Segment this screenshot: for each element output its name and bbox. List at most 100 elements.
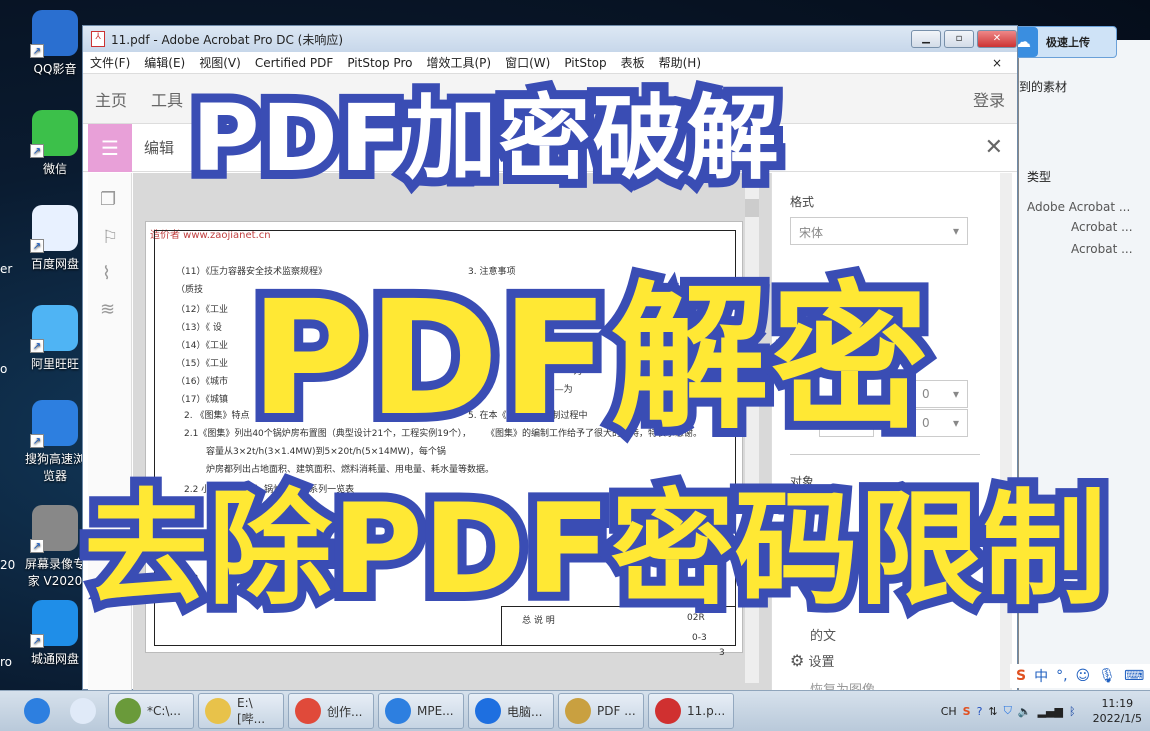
- desktop-icon-label-partial[interactable]: ro: [0, 655, 12, 669]
- desktop-icon-label: 城通网盘: [30, 652, 79, 666]
- desktop-icon-label: 百度网盘: [30, 257, 79, 271]
- settings-item[interactable]: ⚙ 设置: [790, 651, 835, 670]
- col-type[interactable]: 类型: [1027, 168, 1051, 185]
- system-tray: CH S ? ⇅ ⛉ 🔈 ▂▄▆ ᛒ 11:19 2022/1/5: [938, 696, 1150, 726]
- emoji-icon[interactable]: ☺: [1076, 668, 1091, 684]
- punctuation-icon[interactable]: °,: [1056, 668, 1067, 684]
- taskbar-item[interactable]: PDF ...: [558, 693, 644, 729]
- file-row[interactable]: Adobe Acrobat ...: [1027, 200, 1130, 214]
- page-text-line: （12）《工业: [176, 305, 228, 315]
- app-icon: ↗: [30, 10, 78, 58]
- taskbar-item[interactable]: MPE...: [378, 693, 464, 729]
- minimize-button[interactable]: ▁: [911, 30, 941, 48]
- edit-tool-icon[interactable]: ☰: [88, 123, 132, 172]
- bookmark-icon[interactable]: ⚐: [102, 227, 118, 248]
- desktop-icon[interactable]: ↗ 城通网盘: [22, 600, 88, 667]
- taskbar-item[interactable]: E:\[哔...: [198, 693, 284, 729]
- file-row[interactable]: Acrobat ...: [1071, 242, 1133, 256]
- ime-mode[interactable]: 中: [1034, 666, 1048, 686]
- taskbar-item-label: 电脑...: [507, 704, 543, 719]
- taskbar-item-label: MPE...: [417, 704, 454, 718]
- page-number: 3: [719, 648, 725, 658]
- close-document-icon[interactable]: ×: [985, 56, 1009, 70]
- network-icon[interactable]: ⇅: [988, 705, 997, 718]
- app-icon: ↗: [30, 400, 78, 448]
- pdf-icon: ⅄: [91, 31, 105, 47]
- sogou-ime-icon: S: [1016, 668, 1027, 684]
- taskbar-item[interactable]: [16, 693, 58, 729]
- desktop-icon-label: 阿里旺旺: [30, 357, 79, 371]
- shortcut-arrow-icon: ↗: [30, 44, 44, 58]
- desktop-icon-label: 微信: [42, 162, 67, 176]
- app-icon: ↗: [30, 600, 78, 648]
- signal-icon[interactable]: ▂▄▆: [1038, 705, 1063, 718]
- page-text-line: （质技: [176, 285, 204, 295]
- app-icon: ↗: [30, 305, 78, 353]
- gear-icon: ⚙: [790, 651, 805, 670]
- bluetooth-icon[interactable]: ᛒ: [1069, 705, 1076, 718]
- page-text-line: （13）《 设: [176, 323, 222, 333]
- desktop-icon[interactable]: ↗ QQ影音: [22, 10, 88, 77]
- desktop-icon-label-partial[interactable]: 20: [0, 558, 15, 572]
- language-indicator[interactable]: CH: [941, 705, 957, 718]
- desktop-icon-label-partial[interactable]: er: [0, 262, 12, 276]
- menu-item[interactable]: 文件(F): [83, 54, 137, 71]
- keyboard-icon[interactable]: ⌨: [1124, 668, 1144, 684]
- mic-icon[interactable]: 🎙: [1098, 668, 1116, 684]
- desktop-icon[interactable]: ↗ 微信: [22, 110, 88, 177]
- desktop-icon[interactable]: ↗ 屏幕录像专家 V2020: [22, 505, 88, 589]
- ime-bar[interactable]: S 中 °, ☺ 🎙 ⌨: [1010, 664, 1150, 688]
- page-text-line: （15）《工业: [176, 359, 228, 369]
- title-bar[interactable]: ⅄ 11.pdf - Adobe Acrobat Pro DC (未响应) ▁ …: [83, 26, 1017, 52]
- taskbar-app-icon: [205, 698, 231, 724]
- upload-widget[interactable]: ☁ 极速上传: [1007, 26, 1117, 58]
- taskbar-item[interactable]: 11.p...: [648, 693, 734, 729]
- sogou-icon[interactable]: S: [963, 705, 971, 718]
- desktop-icon[interactable]: ↗ 阿里旺旺: [22, 305, 88, 372]
- help-icon[interactable]: ?: [977, 705, 983, 718]
- desktop-icon[interactable]: ↗ 百度网盘: [22, 205, 88, 272]
- close-edit-icon[interactable]: ✕: [985, 135, 1003, 160]
- clock[interactable]: 11:19 2022/1/5: [1093, 696, 1142, 726]
- taskbar-item[interactable]: 电脑...: [468, 693, 554, 729]
- maximize-button[interactable]: ▫: [944, 30, 974, 48]
- desktop-icon-label: QQ影音: [33, 62, 77, 76]
- page-text-line: （14）《工业: [176, 341, 228, 351]
- volume-icon[interactable]: 🔈: [1018, 705, 1032, 718]
- format-heading: 格式: [790, 195, 815, 209]
- shortcut-arrow-icon: ↗: [30, 539, 44, 553]
- app-icon: ↗: [30, 205, 78, 253]
- taskbar-app-icon: [565, 698, 591, 724]
- file-row[interactable]: Acrobat ...: [1071, 220, 1133, 234]
- shortcut-arrow-icon: ↗: [30, 144, 44, 158]
- taskbar-item-label: E:\[哔...: [237, 695, 266, 726]
- taskbar-item-label: 11.p...: [687, 704, 726, 718]
- menu-item[interactable]: 编辑(E): [137, 54, 192, 71]
- taskbar-item-label: PDF ...: [597, 704, 636, 718]
- clock-date: 2022/1/5: [1092, 712, 1142, 725]
- overlay-title-3: 去除PDF密码限制: [75, 469, 1116, 631]
- taskbar-app-icon: [115, 698, 141, 724]
- window-title: 11.pdf - Adobe Acrobat Pro DC (未响应): [111, 32, 344, 47]
- attachment-icon[interactable]: ⌇: [102, 263, 111, 284]
- tab-home[interactable]: 主页: [95, 87, 127, 111]
- upload-label: 极速上传: [1046, 36, 1090, 49]
- shield-icon[interactable]: ⛉: [1004, 704, 1012, 718]
- taskbar-item[interactable]: [62, 693, 104, 729]
- close-button[interactable]: ✕: [977, 30, 1017, 48]
- taskbar-item-label: 创作...: [327, 704, 363, 719]
- app-icon: ↗: [30, 110, 78, 158]
- taskbar-item[interactable]: 创作...: [288, 693, 374, 729]
- desktop-icon[interactable]: ↗ 搜狗高速浏览器: [22, 400, 88, 484]
- taskbar-item[interactable]: *C:\...: [108, 693, 194, 729]
- layers-icon[interactable]: ≋: [100, 299, 115, 320]
- desktop-icon-label-partial[interactable]: o: [0, 362, 7, 376]
- shortcut-arrow-icon: ↗: [30, 434, 44, 448]
- pages-icon[interactable]: ❐: [100, 189, 116, 210]
- desktop-icon-label: 屏幕录像专家 V2020: [24, 557, 85, 588]
- login-button[interactable]: 登录: [973, 87, 1005, 111]
- clock-time: 11:19: [1101, 697, 1134, 710]
- taskbar: *C:\... E:\[哔... 创作... MPE... 电脑... PDF ... 11…: [0, 690, 1150, 731]
- taskbar-app-icon: [655, 698, 681, 724]
- app-icon: ↗: [30, 505, 78, 553]
